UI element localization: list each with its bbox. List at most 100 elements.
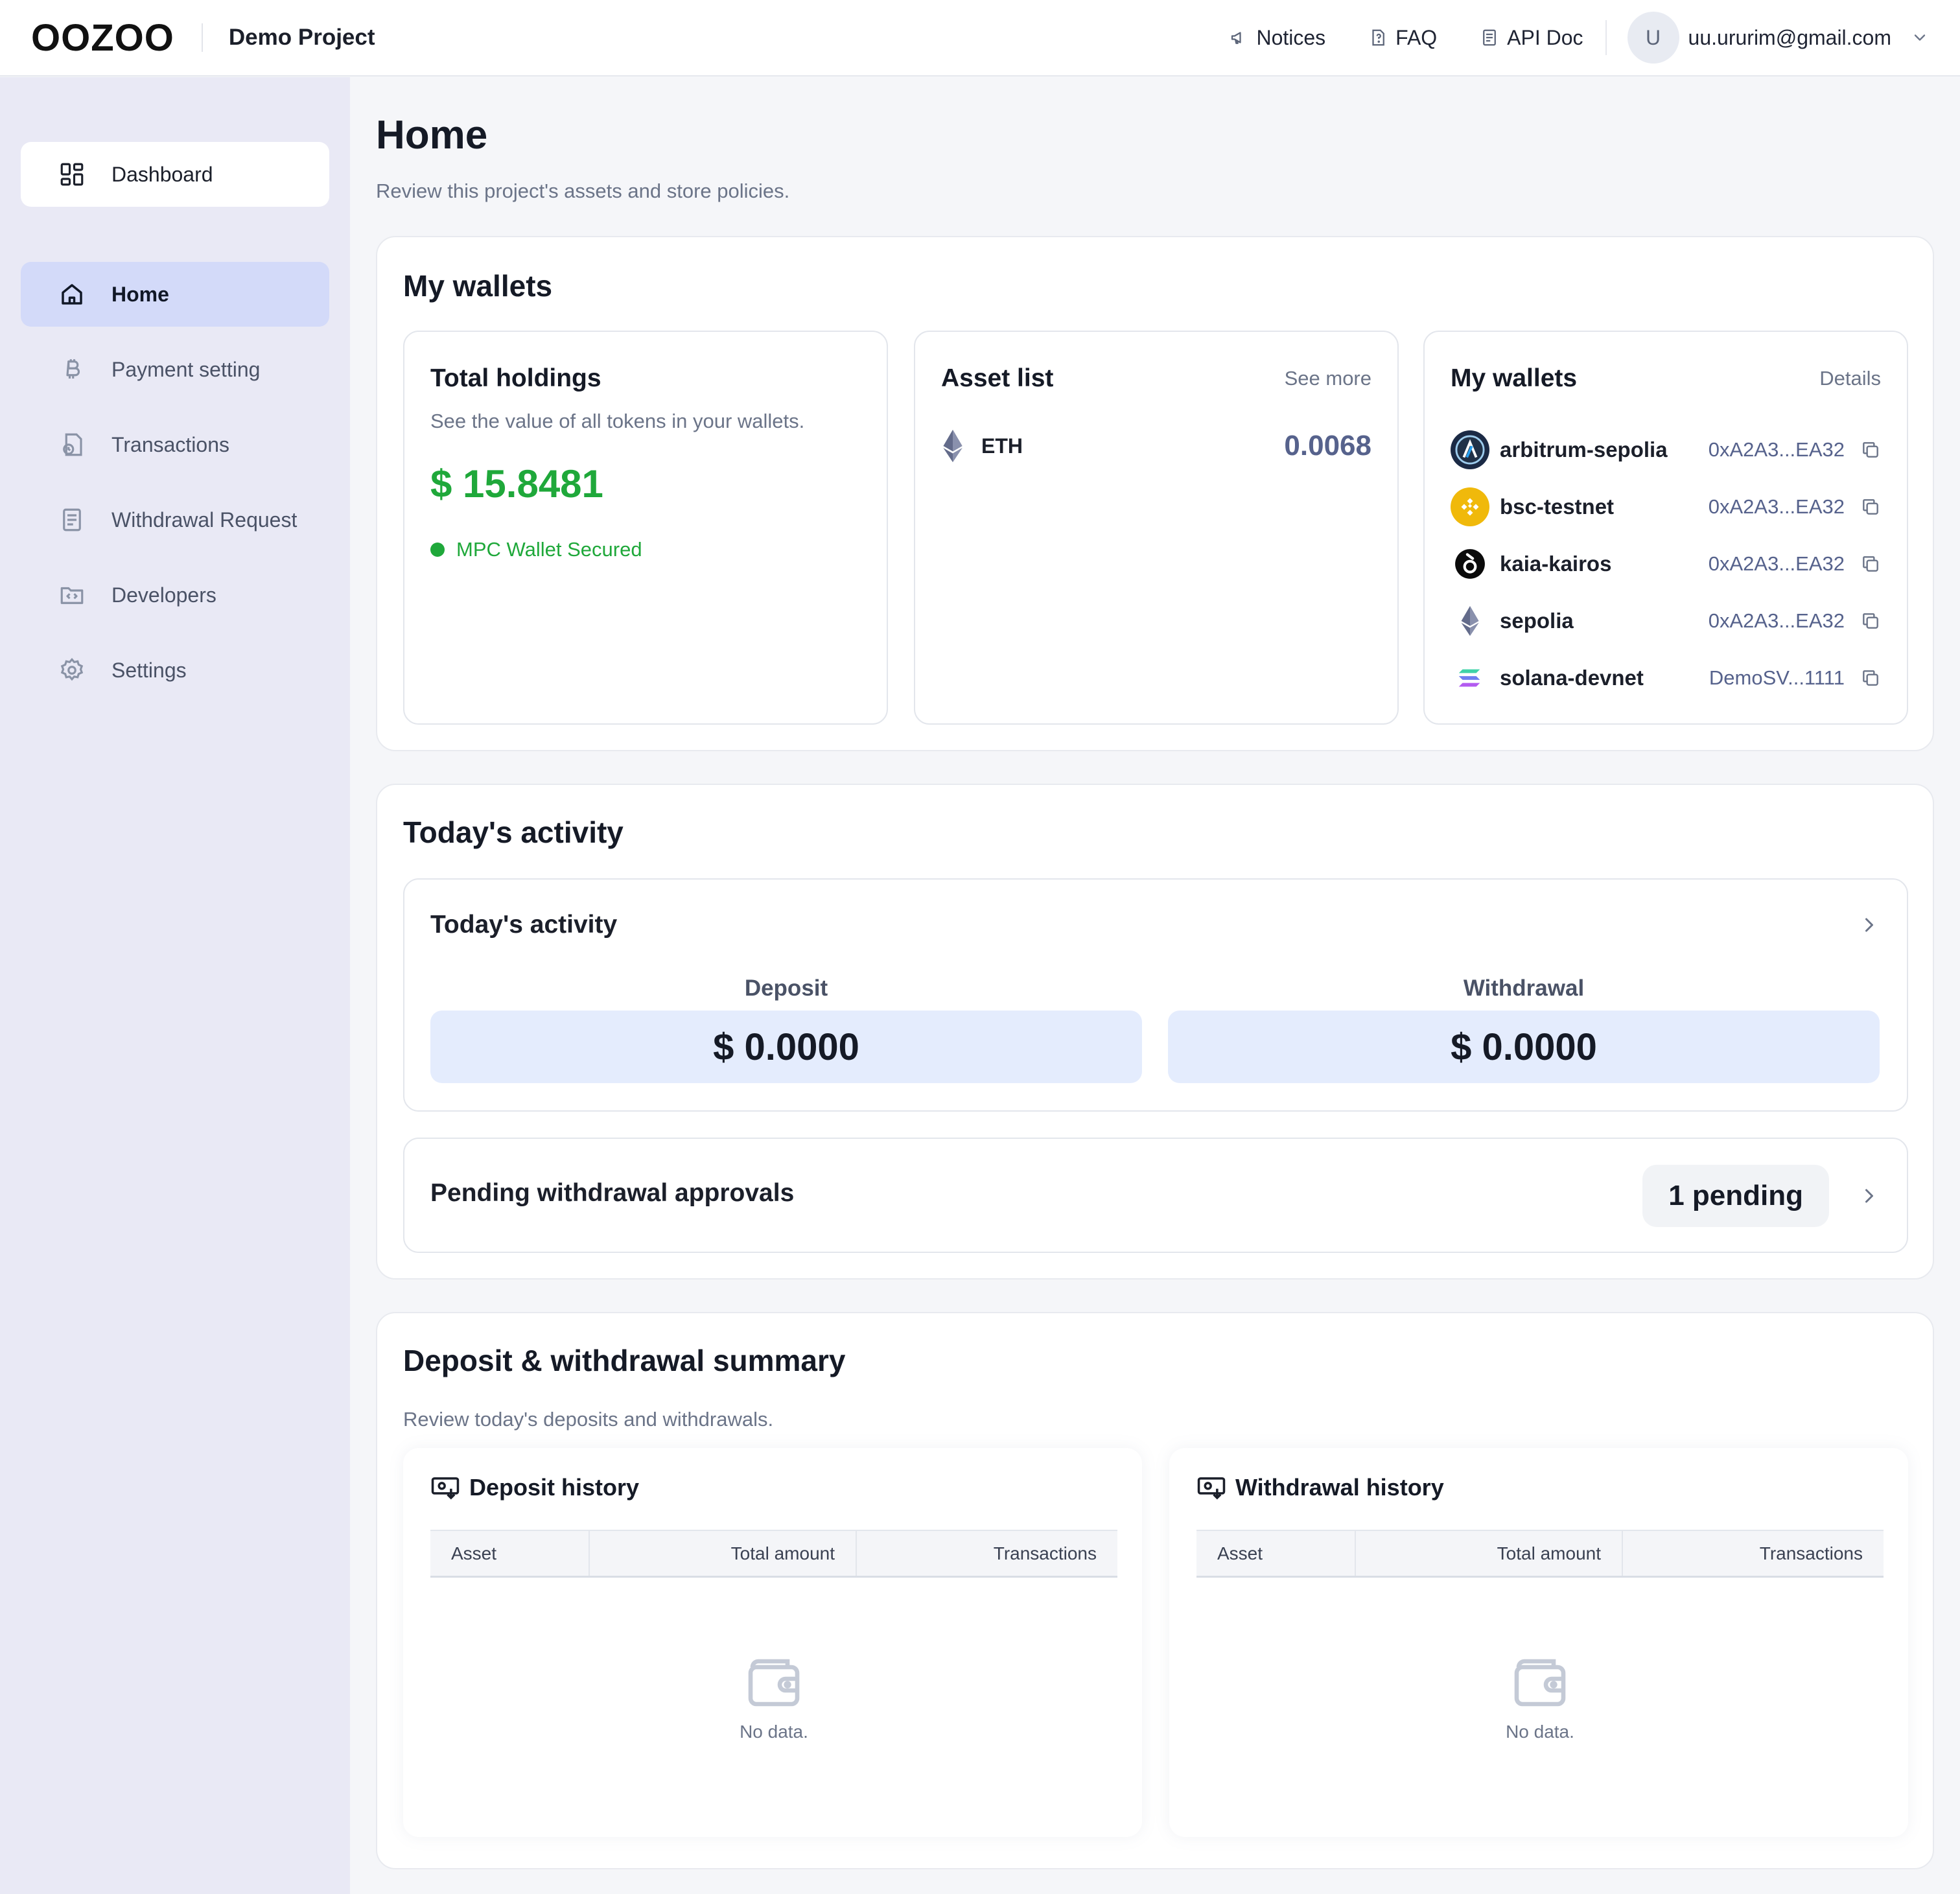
chevron-down-icon[interactable]: [1911, 29, 1929, 47]
top-right-nav: Notices FAQ API Doc U uu.ururim@gmail.co…: [1186, 0, 1960, 76]
column-header[interactable]: Asset: [1196, 1531, 1355, 1576]
code-folder-icon: [60, 587, 84, 604]
column-header[interactable]: Total amount: [1355, 1531, 1622, 1576]
wallet-address: 0xA2A3...EA32: [1708, 438, 1845, 461]
divider: [201, 23, 203, 52]
project-name[interactable]: Demo Project: [229, 25, 375, 51]
arbitrum-icon: [1451, 430, 1489, 469]
sidebar-item-label: Withdrawal Request: [111, 508, 298, 532]
sidebar-item-home[interactable]: Home: [21, 262, 329, 327]
avatar[interactable]: U: [1627, 12, 1679, 64]
user-email[interactable]: uu.ururim@gmail.com: [1688, 26, 1891, 50]
wallets-section: My wallets Total holdings See the value …: [376, 236, 1934, 751]
notices-link[interactable]: Notices: [1229, 26, 1325, 50]
wallet-row: kaia-kairos 0xA2A3...EA32: [1451, 535, 1881, 592]
document-icon: [63, 508, 81, 532]
chain-name: arbitrum-sepolia: [1500, 438, 1668, 462]
column-header[interactable]: Transactions: [856, 1531, 1117, 1576]
asset-amount: 0.0068: [1284, 430, 1371, 462]
wallet-status: MPC Wallet Secured: [430, 538, 642, 561]
section-title: Deposit & withdrawal summary: [403, 1344, 846, 1377]
sidebar-item-transactions[interactable]: Transactions: [21, 412, 329, 477]
card-subtitle: See the value of all tokens in your wall…: [430, 410, 805, 432]
copy-icon[interactable]: [1860, 554, 1881, 574]
chevron-right-icon[interactable]: [1858, 913, 1881, 937]
asset-row[interactable]: ETH 0.0068: [941, 427, 1371, 465]
sidebar: Dashboard Home Payment setting Transacti…: [0, 77, 350, 1894]
megaphone-icon: [1231, 32, 1242, 44]
column-header[interactable]: Total amount: [589, 1531, 856, 1576]
deposit-history-card: Deposit history Asset Total amount Trans…: [403, 1448, 1142, 1837]
pending-approvals-card[interactable]: Pending withdrawal approvals 1 pending: [403, 1138, 1908, 1253]
copy-icon[interactable]: [1860, 668, 1881, 688]
deposit-value: $ 0.0000: [430, 1011, 1142, 1083]
wallet-address: DemoSV...1111: [1709, 666, 1845, 689]
gear-icon: [60, 657, 84, 681]
document-icon: [1483, 29, 1497, 46]
summary-section: Deposit & withdrawal summary Review toda…: [376, 1312, 1934, 1869]
deposit-history-title: Deposit history: [469, 1474, 640, 1501]
page-title: Home: [376, 113, 488, 158]
activity-section: Today's activity Today's activity Deposi…: [376, 784, 1934, 1280]
empty-wallet-icon: [748, 1659, 800, 1707]
sidebar-nav: Home Payment setting Transactions Withdr…: [21, 262, 329, 713]
sidebar-item-label: Developers: [111, 583, 216, 607]
chain-name: sepolia: [1500, 609, 1574, 633]
details-link[interactable]: Details: [1819, 367, 1881, 390]
wallet-address: 0xA2A3...EA32: [1708, 495, 1845, 518]
ethereum-icon: [1451, 602, 1489, 640]
card-title: Withdrawal history: [1196, 1474, 1444, 1501]
cash-in-icon: [431, 1477, 460, 1500]
page-subtitle: Review this project's assets and store p…: [376, 180, 790, 202]
pending-badge: 1 pending: [1642, 1165, 1829, 1227]
bnb-icon: [1451, 487, 1489, 526]
dashboard-label: Dashboard: [111, 162, 213, 186]
bitcoin-icon: [66, 359, 80, 379]
sidebar-item-settings[interactable]: Settings: [21, 638, 329, 703]
card-title: My wallets: [1451, 364, 1578, 392]
dashboard-button[interactable]: Dashboard: [21, 142, 329, 207]
column-header[interactable]: Asset: [430, 1531, 589, 1576]
sidebar-item-payment-setting[interactable]: Payment setting: [21, 337, 329, 402]
wallet-row: arbitrum-sepolia 0xA2A3...EA32: [1451, 421, 1881, 478]
empty-state: No data.: [1196, 1655, 1884, 1742]
copy-icon[interactable]: [1860, 439, 1881, 460]
api-doc-label: API Doc: [1507, 25, 1583, 49]
section-title: Today's activity: [403, 815, 624, 849]
asset-list-card: Asset list See more ETH 0.0068: [914, 331, 1399, 725]
dashboard-grid-icon: [60, 163, 84, 186]
pending-label: Pending withdrawal approvals: [430, 1179, 795, 1207]
card-title: Total holdings: [430, 364, 601, 392]
wallet-row: sepolia 0xA2A3...EA32: [1451, 592, 1881, 649]
total-holdings-value: $ 15.8481: [430, 462, 603, 506]
status-label: MPC Wallet Secured: [456, 538, 642, 561]
card-title: Today's activity: [430, 911, 618, 939]
logo[interactable]: OOZOO: [31, 16, 174, 60]
copy-icon[interactable]: [1860, 611, 1881, 631]
empty-text: No data.: [740, 1722, 808, 1742]
column-header[interactable]: Transactions: [1622, 1531, 1884, 1576]
card-title: Deposit history: [430, 1474, 639, 1501]
asset-symbol: ETH: [981, 434, 1023, 458]
total-holdings-card: Total holdings See the value of all toke…: [403, 331, 888, 725]
copy-icon[interactable]: [1860, 497, 1881, 517]
faq-document-icon: [1372, 29, 1385, 46]
api-doc-link[interactable]: API Doc: [1480, 26, 1583, 50]
my-wallets-card: My wallets Details arbitrum-sepolia 0xA2…: [1423, 331, 1908, 725]
faq-link[interactable]: FAQ: [1368, 26, 1437, 50]
transactions-icon: [63, 433, 82, 456]
sidebar-item-label: Settings: [111, 658, 187, 682]
today-activity-card[interactable]: Today's activity Deposit $ 0.0000 Withdr…: [403, 878, 1908, 1112]
wallet-address: 0xA2A3...EA32: [1708, 609, 1845, 632]
sidebar-item-withdrawal-request[interactable]: Withdrawal Request: [21, 487, 329, 552]
see-more-link[interactable]: See more: [1285, 367, 1371, 390]
deposit-label: Deposit: [744, 976, 828, 1001]
chevron-right-icon[interactable]: [1858, 1184, 1881, 1208]
card-title: Asset list: [941, 364, 1054, 392]
solana-icon: [1451, 659, 1489, 697]
chain-name: kaia-kairos: [1500, 552, 1612, 576]
sidebar-item-developers[interactable]: Developers: [21, 563, 329, 627]
section-subtitle: Review today's deposits and withdrawals.: [403, 1408, 774, 1431]
kaia-icon: [1451, 544, 1489, 583]
withdrawal-value: $ 0.0000: [1168, 1011, 1880, 1083]
